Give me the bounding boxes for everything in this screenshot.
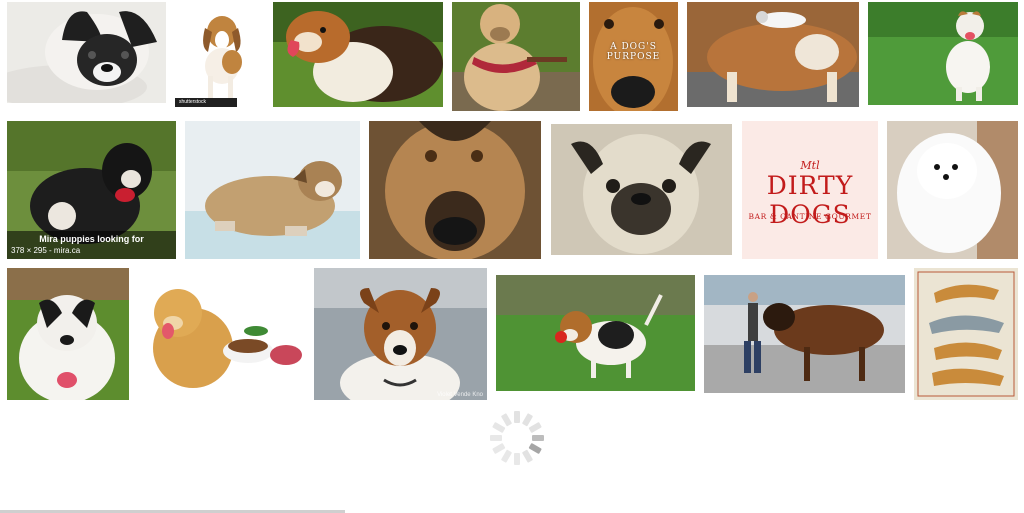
result-thumbnail[interactable] [185, 121, 360, 259]
caption-title: Mira puppies looking for [39, 234, 144, 244]
result-thumbnail[interactable] [273, 2, 443, 107]
result-thumbnail[interactable] [551, 124, 732, 255]
photo-watermark: Violet Vende Kno [437, 392, 483, 398]
jack-russell-running-photo [868, 2, 1018, 105]
result-thumbnail[interactable]: Violet Vende Kno [314, 268, 487, 400]
dirty-dogs-logo: Mtl DIRTY DOGS BAR & CANTINE GOURMET [742, 121, 878, 259]
shepherd-mix-face-photo [369, 121, 541, 259]
sleepy-puppy-photo [185, 121, 360, 259]
collie-photo [273, 2, 443, 107]
result-thumbnail[interactable]: Mira puppies looking for 378 × 295 - mir… [7, 121, 176, 259]
movie-title-overlay: A DOG'S PURPOSE [606, 42, 661, 62]
result-thumbnail[interactable] [7, 268, 129, 400]
result-thumbnail[interactable] [887, 121, 1018, 259]
labrador-harness-photo [452, 2, 580, 111]
result-thumbnail[interactable]: Mtl DIRTY DOGS BAR & CANTINE GOURMET [742, 121, 878, 259]
result-thumbnail[interactable] [687, 2, 859, 107]
caption-dimensions: 378 × 295 - mira.ca [11, 246, 81, 255]
result-thumbnail[interactable] [496, 275, 695, 391]
result-thumbnail[interactable] [138, 273, 305, 394]
result-thumbnail[interactable] [452, 2, 580, 111]
kitten-on-dog-photo [687, 2, 859, 107]
result-thumbnail[interactable] [369, 121, 541, 259]
french-bulldog-photo [7, 2, 166, 103]
result-thumbnail[interactable]: A DOG'S PURPOSE [589, 2, 678, 111]
logo-tagline-text: BAR & CANTINE GOURMET [748, 212, 872, 221]
terrier-photo [7, 268, 129, 400]
beagle-puppy-photo [170, 2, 268, 111]
loading-spinner-icon [490, 411, 544, 465]
result-thumbnail[interactable] [914, 268, 1018, 400]
result-thumbnail[interactable] [7, 2, 166, 103]
medieval-dog-illustration [914, 268, 1018, 400]
result-thumbnail[interactable]: shutterstock [170, 2, 268, 111]
result-thumbnail[interactable] [704, 275, 905, 393]
pomeranian-photo [887, 121, 1018, 259]
jack-russell-portrait-photo [314, 268, 487, 400]
leonberger-walking-photo [704, 275, 905, 393]
golden-retriever-food-photo [138, 273, 305, 394]
stock-source-tag: shutterstock [175, 98, 237, 107]
pug-face-photo [551, 124, 732, 255]
beagle-puppy-ball-photo [496, 275, 695, 391]
result-thumbnail[interactable] [868, 2, 1018, 105]
image-caption: Mira puppies looking for 378 × 295 - mir… [7, 231, 176, 259]
